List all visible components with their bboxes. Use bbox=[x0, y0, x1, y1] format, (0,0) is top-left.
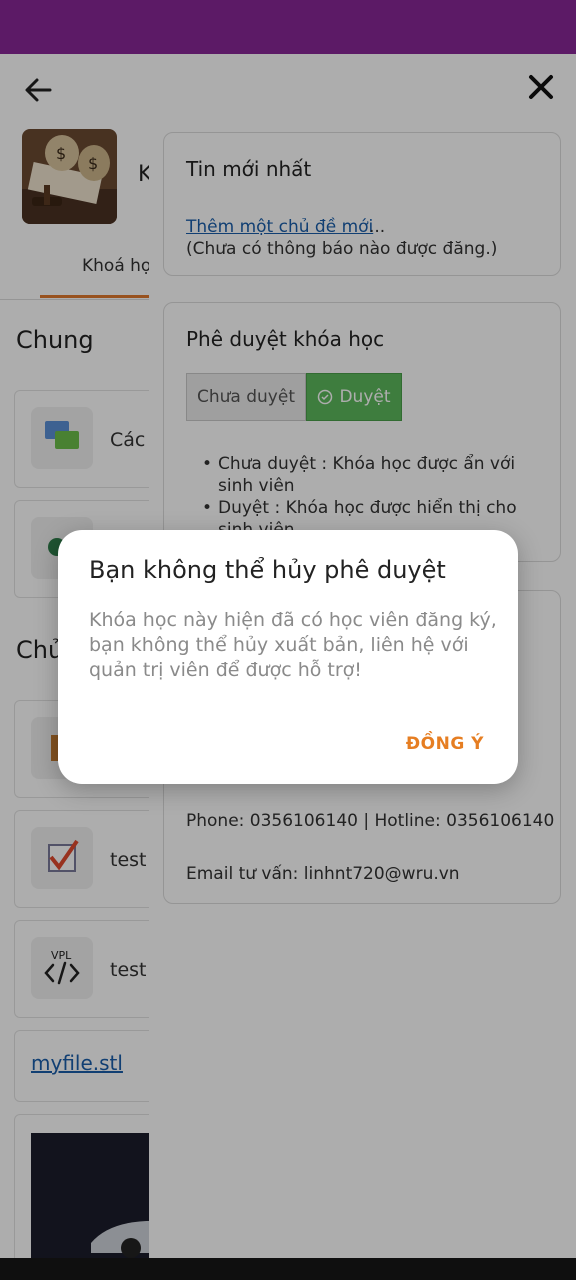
dialog-message: Khóa học này hiện đã có học viên đăng ký… bbox=[89, 609, 497, 681]
system-nav-bar bbox=[0, 1258, 576, 1280]
dialog-title: Bạn không thể hủy phê duyệt bbox=[89, 556, 446, 584]
status-bar bbox=[0, 0, 576, 54]
confirm-button[interactable]: ĐỒNG Ý bbox=[406, 734, 484, 754]
alert-dialog: Bạn không thể hủy phê duyệt Khóa học này… bbox=[58, 530, 518, 784]
